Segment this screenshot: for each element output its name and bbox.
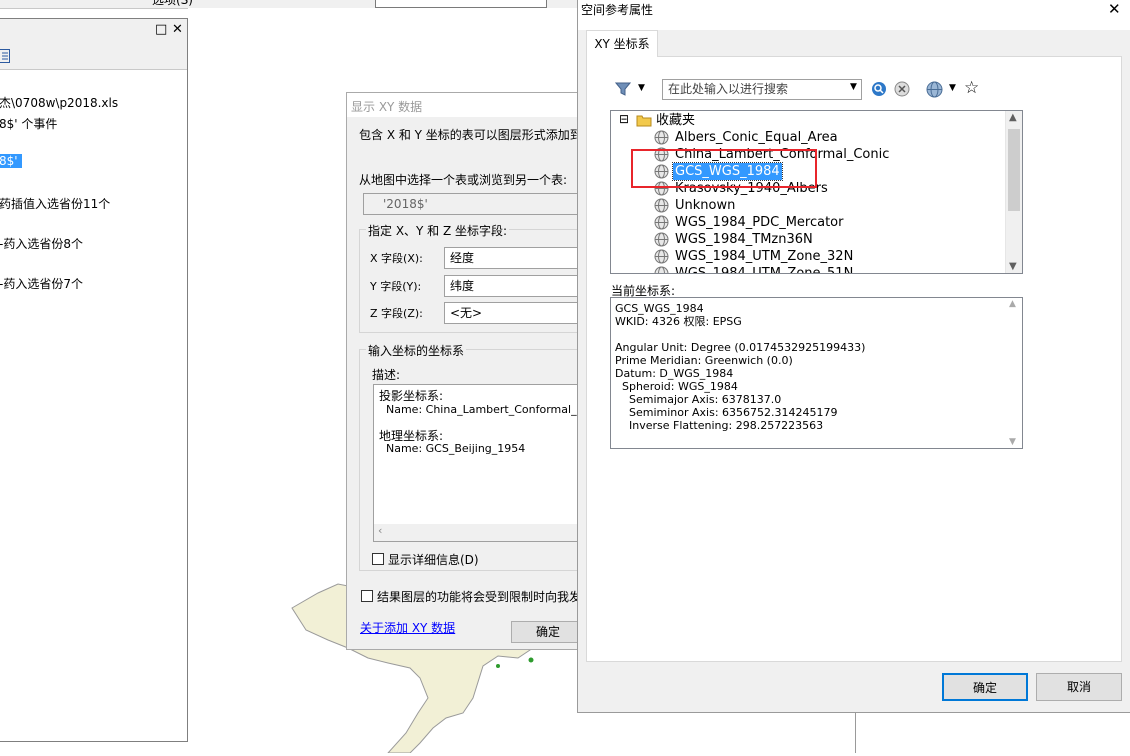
tree-item[interactable]: Albers_Conic_Equal_Area: [675, 129, 838, 146]
show-details-checkbox[interactable]: [372, 553, 384, 565]
crs-detail-line: Inverse Flattening: 298.257223563: [615, 419, 824, 432]
crs-detail-line: Semimajor Axis: 6378137.0: [615, 393, 782, 406]
scroll-down-icon[interactable]: ▼: [1009, 261, 1017, 272]
table-of-contents-panel: □ ✕ 杰\0708w\p2018.xls 8$' 个事件 8$' 药插值入选省…: [0, 18, 188, 742]
current-crs-details: GCS_WGS_1984 WKID: 4326 权限: EPSG Angular…: [610, 297, 1023, 449]
x-field-label: X 字段(X):: [370, 252, 423, 265]
toolbar-combo[interactable]: [375, 0, 547, 8]
desc-line: Name: GCS_Beijing_1954: [379, 442, 526, 455]
scroll-left-icon[interactable]: ‹: [378, 524, 382, 537]
horizontal-scrollbar[interactable]: ‹: [374, 524, 585, 541]
background-window: [855, 713, 1130, 753]
warning-checkbox[interactable]: [361, 590, 373, 602]
globe-icon: [654, 249, 669, 264]
dialog-title: 空间参考属性: [581, 3, 654, 17]
crs-group: 输入坐标的坐标系 描述: 投影坐标系: Name: China_Lambert_…: [359, 342, 586, 571]
highlight-annotation-box: [631, 149, 817, 188]
table-combo[interactable]: '2018$': [363, 193, 585, 215]
desc-line: Name: China_Lambert_Conformal_Conic: [379, 403, 586, 416]
scroll-up-icon[interactable]: ▲: [1009, 112, 1017, 123]
crs-detail-line: Prime Meridian: Greenwich (0.0): [615, 354, 793, 367]
crs-detail-line: WKID: 4326 权限: EPSG: [615, 315, 742, 328]
collapse-icon[interactable]: ⊟: [619, 112, 629, 126]
globe-icon: [654, 198, 669, 213]
y-field-combo[interactable]: 纬度: [444, 275, 585, 297]
globe-dropdown-icon[interactable]: ▼: [949, 83, 956, 93]
pin-icon[interactable]: □: [155, 22, 167, 37]
layer-source-path: 杰\0708w\p2018.xls: [0, 96, 119, 110]
fields-legend: 指定 X、Y 和 Z 坐标字段:: [366, 222, 510, 239]
favorites-folder[interactable]: 收藏夹: [656, 112, 695, 129]
crs-detail-line: Spheroid: WGS_1984: [615, 380, 738, 393]
z-field-combo[interactable]: <无>: [444, 302, 585, 324]
folder-icon: [636, 113, 652, 127]
y-field-label: Y 字段(Y):: [370, 280, 422, 293]
desc-line: 投影坐标系:: [379, 389, 444, 403]
details-vertical-scrollbar[interactable]: ▲ ▼: [1005, 298, 1022, 448]
dialog-title-bar: 显示 XY 数据: [347, 93, 585, 117]
globe-icon[interactable]: [926, 81, 943, 98]
layer-event-count: 8$' 个事件: [0, 117, 58, 131]
about-xy-link[interactable]: 关于添加 XY 数据: [360, 619, 455, 636]
crs-detail-line: GCS_WGS_1984: [615, 302, 704, 315]
globe-icon: [654, 266, 669, 273]
tree-item[interactable]: WGS_1984_UTM_Zone_51N: [675, 265, 853, 273]
tree-item[interactable]: Unknown: [675, 197, 735, 214]
add-favorite-star-icon[interactable]: ☆: [964, 78, 979, 98]
panel-toolbar: [0, 43, 187, 70]
tree-item[interactable]: WGS_1984_TMzn36N: [675, 231, 813, 248]
panel-header: □ ✕: [0, 19, 187, 43]
clear-search-icon[interactable]: [894, 81, 910, 97]
crs-detail-line: Angular Unit: Degree (0.0174532925199433…: [615, 341, 866, 354]
crs-description-box: 投影坐标系: Name: China_Lambert_Conformal_Con…: [373, 384, 586, 542]
crs-detail-line: Semiminor Axis: 6356752.314245179: [615, 406, 838, 419]
display-xy-data-dialog: 显示 XY 数据 包含 X 和 Y 坐标的表可以图层形式添加到 从地图中选择一个…: [346, 92, 586, 650]
globe-icon: [654, 130, 669, 145]
dialog-title: 显示 XY 数据: [351, 100, 423, 114]
tree-item[interactable]: WGS_1984_UTM_Zone_32N: [675, 248, 853, 265]
globe-icon: [654, 232, 669, 247]
xy-ok-button[interactable]: 确定: [511, 621, 585, 643]
warning-label: 结果图层的功能将会受到限制时向我发: [377, 590, 582, 604]
choose-table-label: 从地图中选择一个表或浏览到另一个表:: [359, 173, 568, 187]
options-menu[interactable]: 选项(S): [152, 0, 193, 8]
list-icon[interactable]: [0, 49, 11, 63]
show-details-label: 显示详细信息(D): [388, 553, 479, 567]
tree-vertical-scrollbar[interactable]: ▲ ▼: [1005, 111, 1022, 273]
close-icon[interactable]: ✕: [1108, 0, 1121, 18]
close-icon[interactable]: ✕: [172, 22, 183, 37]
spatial-reference-dialog: 空间参考属性 ✕ XY 坐标系 ▼ 在此处输入以进行搜索 ▼ ▼ ☆ ⊟ 收藏夹…: [577, 0, 1130, 713]
selected-layer[interactable]: 8$': [0, 154, 22, 168]
layer-item[interactable]: -药入选省份8个: [0, 235, 83, 252]
crs-legend: 输入坐标的坐标系: [366, 342, 467, 359]
filter-dropdown-icon[interactable]: ▼: [638, 83, 645, 93]
layer-item[interactable]: -药入选省份7个: [0, 275, 83, 292]
dialog-title-bar: 空间参考属性 ✕: [578, 0, 1130, 30]
crs-detail-line: Datum: D_WGS_1984: [615, 367, 734, 380]
sr-ok-button[interactable]: 确定: [942, 673, 1028, 701]
fields-group: 指定 X、Y 和 Z 坐标字段: X 字段(X): 经度 Y 字段(Y): 纬度…: [359, 222, 585, 333]
tab-xy-coordinate-system[interactable]: XY 坐标系: [586, 30, 658, 57]
search-icon[interactable]: [871, 81, 887, 97]
description-label: 描述:: [372, 368, 401, 382]
x-field-combo[interactable]: 经度: [444, 247, 585, 269]
scroll-thumb[interactable]: [1008, 129, 1020, 211]
intro-text: 包含 X 和 Y 坐标的表可以图层形式添加到: [359, 128, 582, 142]
layer-item[interactable]: 药插值入选省份11个: [0, 195, 110, 212]
z-field-label: Z 字段(Z):: [370, 307, 423, 320]
sr-cancel-button[interactable]: 取消: [1036, 673, 1122, 701]
search-dropdown-icon[interactable]: ▼: [850, 82, 857, 92]
globe-icon: [654, 215, 669, 230]
search-input[interactable]: 在此处输入以进行搜索: [662, 79, 862, 100]
filter-icon[interactable]: [615, 81, 631, 97]
tree-item[interactable]: WGS_1984_PDC_Mercator: [675, 214, 843, 231]
scroll-up-icon[interactable]: ▲: [1009, 299, 1016, 309]
coordinate-system-tree[interactable]: ⊟ 收藏夹 Albers_Conic_Equal_Area China_Lamb…: [610, 110, 1023, 274]
scroll-down-icon[interactable]: ▼: [1009, 437, 1016, 447]
